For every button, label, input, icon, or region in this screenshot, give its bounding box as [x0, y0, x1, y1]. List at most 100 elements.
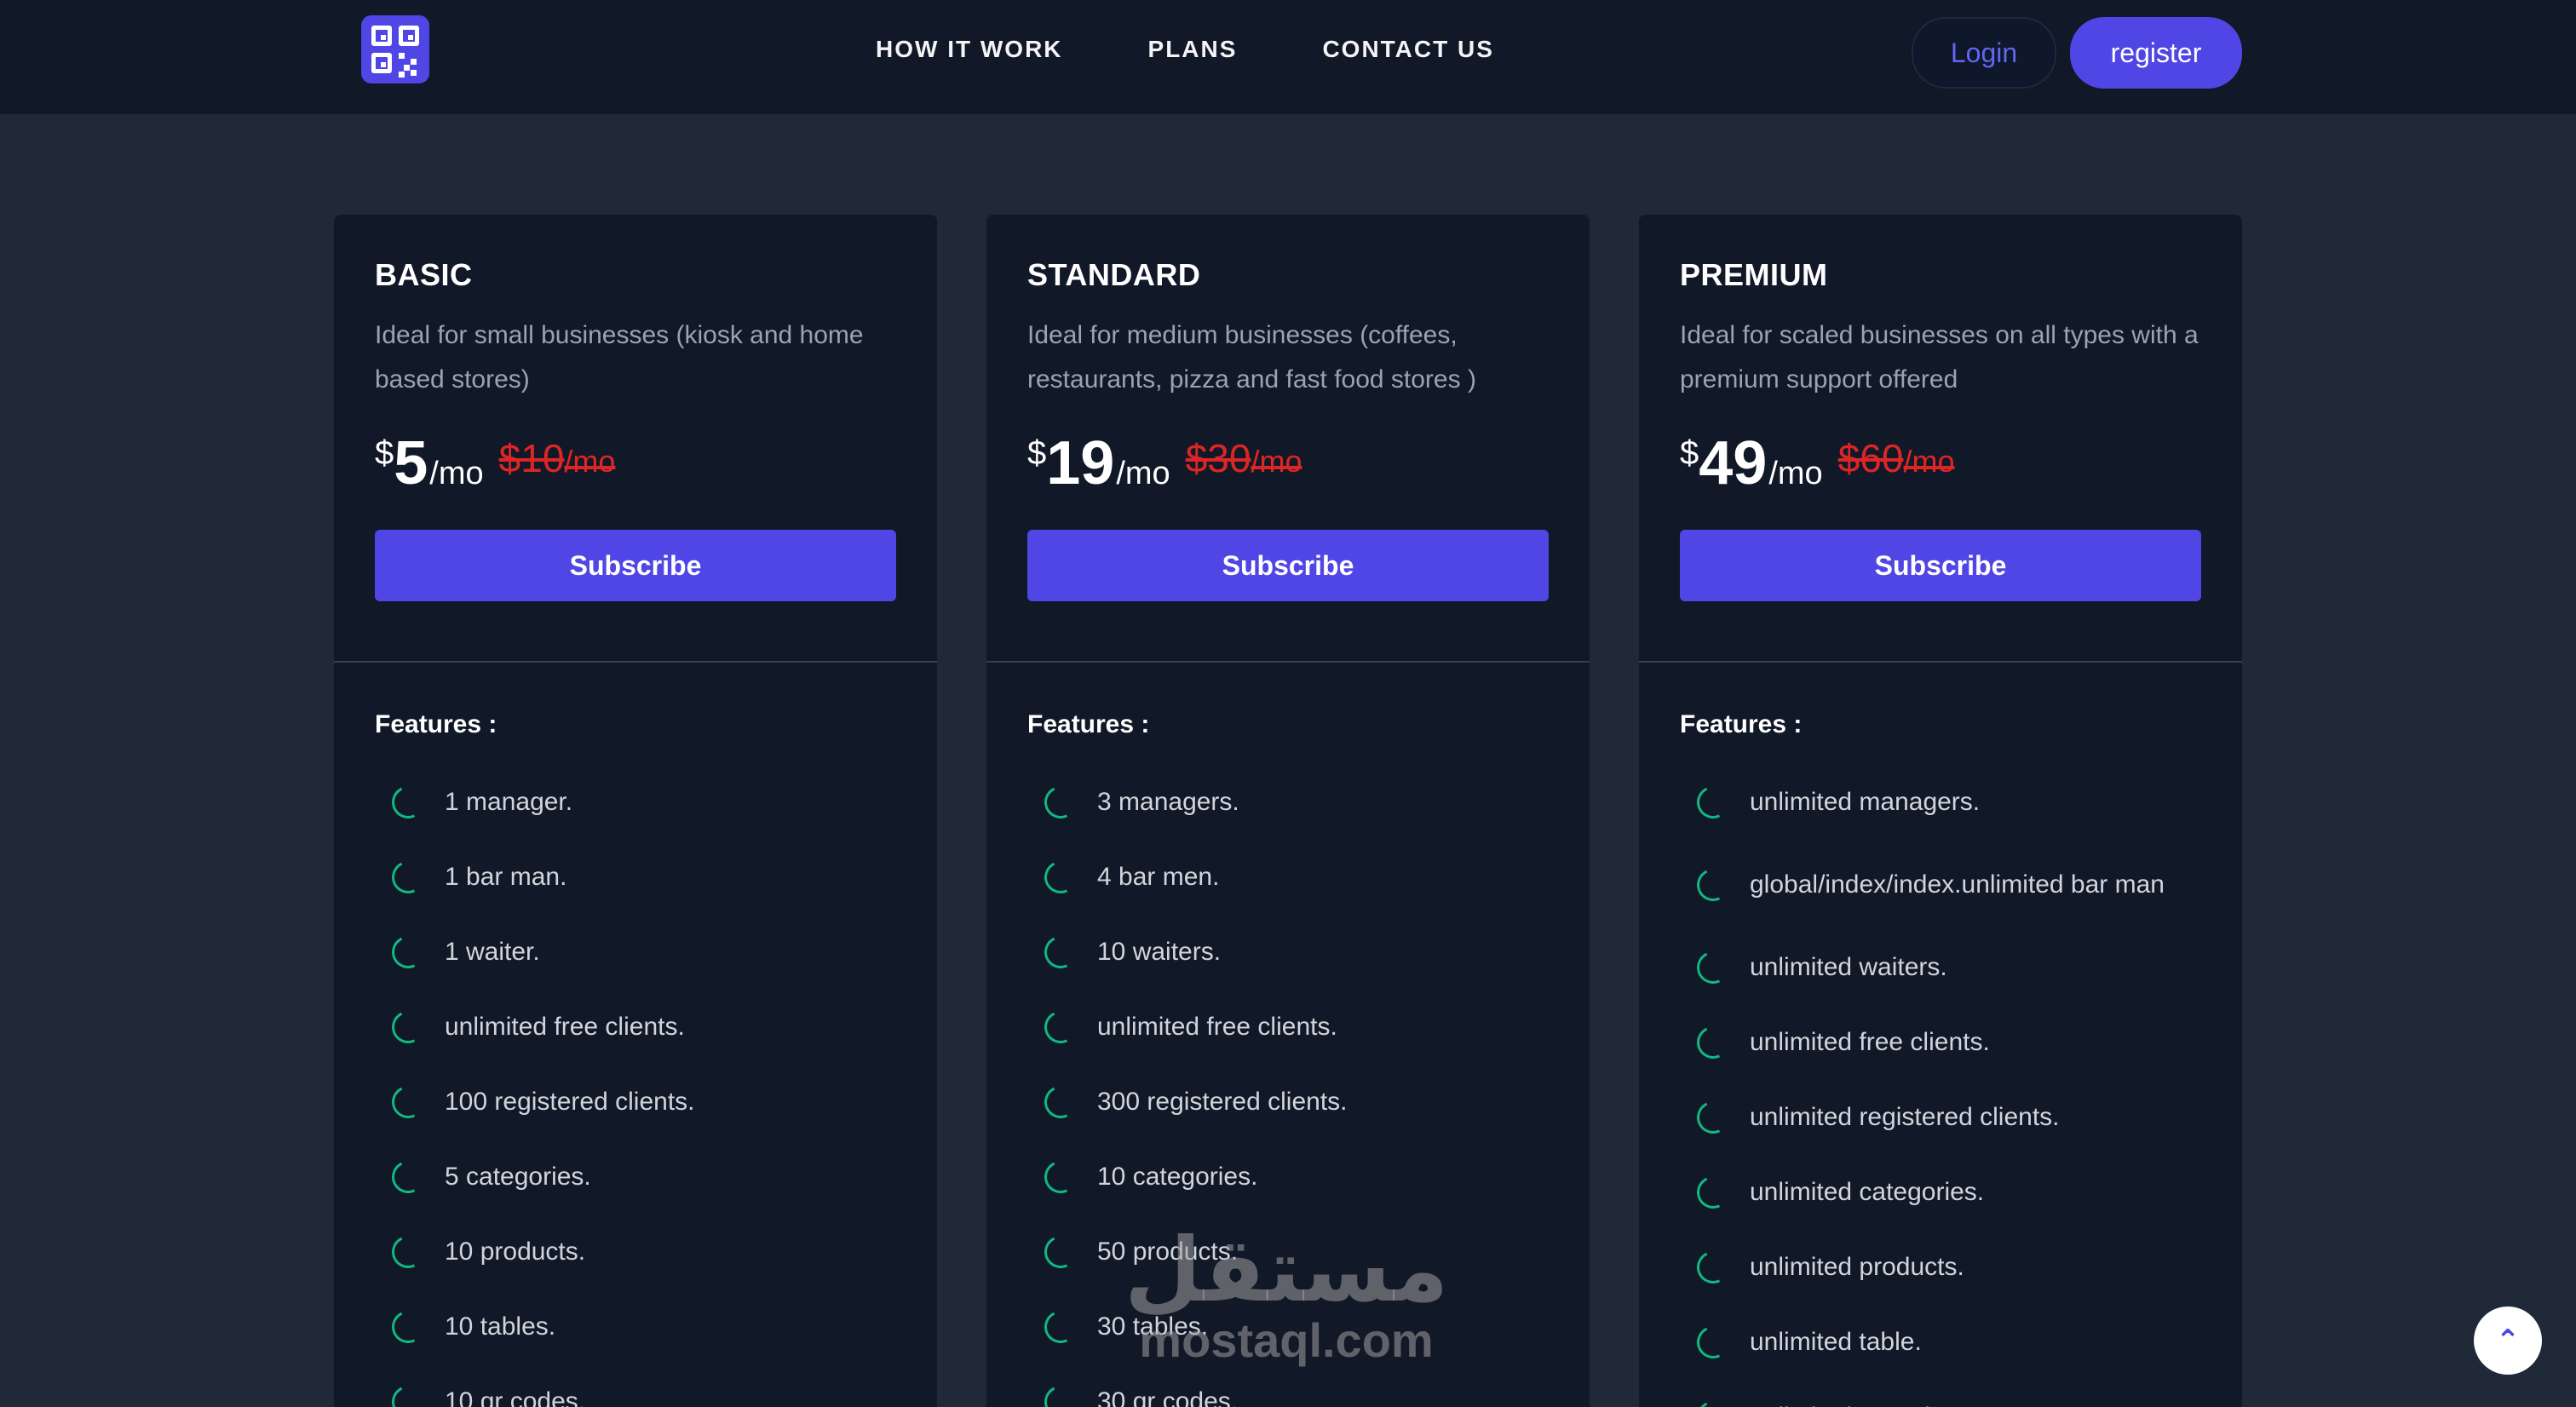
feature-item: 30 qr codes. — [1027, 1364, 1549, 1407]
check-circle-icon — [1692, 1396, 1734, 1407]
plan-card-premium: PREMIUM Ideal for scaled businesses on a… — [1639, 215, 2242, 1407]
feature-item: global/index/index.unlimited bar man — [1680, 840, 2201, 930]
plan-header: STANDARD Ideal for medium businesses (co… — [986, 215, 1590, 663]
plan-price: $ 49 /mo $60/mo — [1680, 433, 2201, 494]
check-circle-icon — [387, 1006, 429, 1048]
feature-list: unlimited managers. global/index/index.u… — [1680, 765, 2201, 1407]
check-circle-icon — [1039, 1381, 1082, 1407]
feature-item: 1 manager. — [375, 765, 896, 840]
feature-item: 10 products. — [375, 1215, 896, 1289]
old-price: $30/mo — [1185, 436, 1302, 480]
check-circle-icon — [1692, 781, 1734, 824]
feature-list: 3 managers. 4 bar men. 10 waiters. unlim… — [1027, 765, 1549, 1407]
old-price: $10/mo — [498, 436, 616, 480]
feature-item: unlimited qr codes. — [1680, 1380, 2201, 1407]
features-section: Features : unlimited managers. global/in… — [1639, 663, 2242, 1407]
feature-item: unlimited free clients. — [1027, 990, 1549, 1065]
subscribe-button[interactable]: Subscribe — [375, 530, 896, 601]
features-section: Features : 3 managers. 4 bar men. 10 wai… — [986, 663, 1590, 1407]
scroll-to-top-button[interactable]: ⌃ — [2474, 1306, 2576, 1375]
plan-header: PREMIUM Ideal for scaled businesses on a… — [1639, 215, 2242, 663]
check-circle-icon — [1692, 1246, 1734, 1289]
page: HOW IT WORK PLANS CONTACT US Login regis… — [0, 0, 2576, 1407]
feature-item: 1 waiter. — [375, 915, 896, 990]
check-circle-icon — [387, 856, 429, 899]
features-title: Features : — [1027, 710, 1150, 738]
main-nav: HOW IT WORK PLANS CONTACT US — [876, 36, 1494, 63]
check-circle-icon — [1039, 856, 1082, 899]
features-title: Features : — [1680, 710, 1803, 738]
check-circle-icon — [1039, 781, 1082, 824]
price-amount: 49 — [1699, 429, 1768, 497]
price-period: /mo — [1116, 456, 1170, 491]
top-navbar: HOW IT WORK PLANS CONTACT US Login regis… — [0, 0, 2576, 114]
nav-contact-us[interactable]: CONTACT US — [1322, 36, 1493, 63]
plan-description: Ideal for small businesses (kiosk and ho… — [375, 321, 864, 393]
feature-item: unlimited free clients. — [1680, 1005, 2201, 1080]
check-circle-icon — [1039, 931, 1082, 973]
currency-symbol: $ — [375, 434, 394, 472]
check-circle-icon — [1039, 1006, 1082, 1048]
nav-how-it-work[interactable]: HOW IT WORK — [876, 36, 1063, 63]
price-period: /mo — [429, 456, 484, 491]
subscribe-button[interactable]: Subscribe — [1027, 530, 1549, 601]
feature-item: 5 categories. — [375, 1140, 896, 1215]
feature-item: 100 registered clients. — [375, 1065, 896, 1140]
old-price: $60/mo — [1837, 436, 1955, 480]
feature-item: unlimited managers. — [1680, 765, 2201, 840]
feature-item: unlimited products. — [1680, 1230, 2201, 1305]
plan-title: PREMIUM — [1680, 257, 1828, 292]
login-button[interactable]: Login — [1912, 17, 2056, 89]
check-circle-icon — [387, 931, 429, 973]
feature-item: 50 products. — [1027, 1215, 1549, 1289]
check-circle-icon — [387, 1156, 429, 1198]
check-circle-icon — [1039, 1231, 1082, 1273]
check-circle-icon — [387, 1381, 429, 1407]
price-amount: 5 — [394, 429, 428, 497]
check-circle-icon — [1692, 1021, 1734, 1064]
features-section: Features : 1 manager. 1 bar man. 1 waite… — [334, 663, 937, 1407]
qr-code-icon[interactable] — [361, 15, 429, 83]
feature-item: 4 bar men. — [1027, 840, 1549, 915]
plan-description: Ideal for medium businesses (coffees, re… — [1027, 321, 1476, 393]
check-circle-icon — [1039, 1306, 1082, 1348]
plan-description: Ideal for scaled businesses on all types… — [1680, 321, 2199, 393]
check-circle-icon — [1692, 1171, 1734, 1214]
subscribe-button[interactable]: Subscribe — [1680, 530, 2201, 601]
plan-price: $ 19 /mo $30/mo — [1027, 433, 1549, 494]
check-circle-icon — [1692, 1096, 1734, 1139]
feature-item: 3 managers. — [1027, 765, 1549, 840]
plan-card-standard: STANDARD Ideal for medium businesses (co… — [986, 215, 1590, 1407]
feature-item: 10 tables. — [375, 1289, 896, 1364]
feature-item: 10 qr codes. — [375, 1364, 896, 1407]
check-circle-icon — [387, 1231, 429, 1273]
feature-item: 1 bar man. — [375, 840, 896, 915]
feature-item: 300 registered clients. — [1027, 1065, 1549, 1140]
feature-item: unlimited categories. — [1680, 1155, 2201, 1230]
check-circle-icon — [1692, 1321, 1734, 1364]
feature-item: 10 waiters. — [1027, 915, 1549, 990]
plan-card-basic: BASIC Ideal for small businesses (kiosk … — [334, 215, 937, 1407]
currency-symbol: $ — [1680, 434, 1699, 472]
feature-item: unlimited table. — [1680, 1305, 2201, 1380]
feature-item: 10 categories. — [1027, 1140, 1549, 1215]
feature-list: 1 manager. 1 bar man. 1 waiter. unlimite… — [375, 765, 896, 1407]
check-circle-icon — [1039, 1081, 1082, 1123]
plan-header: BASIC Ideal for small businesses (kiosk … — [334, 215, 937, 663]
price-amount: 19 — [1046, 429, 1115, 497]
chevron-up-icon[interactable]: ⌃ — [2474, 1306, 2542, 1375]
feature-item: unlimited registered clients. — [1680, 1080, 2201, 1155]
features-title: Features : — [375, 710, 497, 738]
feature-item: unlimited free clients. — [375, 990, 896, 1065]
feature-item: unlimited waiters. — [1680, 930, 2201, 1005]
check-circle-icon — [387, 781, 429, 824]
currency-symbol: $ — [1027, 434, 1047, 472]
price-period: /mo — [1768, 456, 1823, 491]
check-circle-icon — [387, 1081, 429, 1123]
register-button[interactable]: register — [2070, 17, 2242, 89]
plan-title: STANDARD — [1027, 257, 1201, 292]
check-circle-icon — [387, 1306, 429, 1348]
nav-plans[interactable]: PLANS — [1148, 36, 1238, 63]
check-circle-icon — [1692, 864, 1734, 906]
plan-price: $ 5 /mo $10/mo — [375, 433, 896, 494]
